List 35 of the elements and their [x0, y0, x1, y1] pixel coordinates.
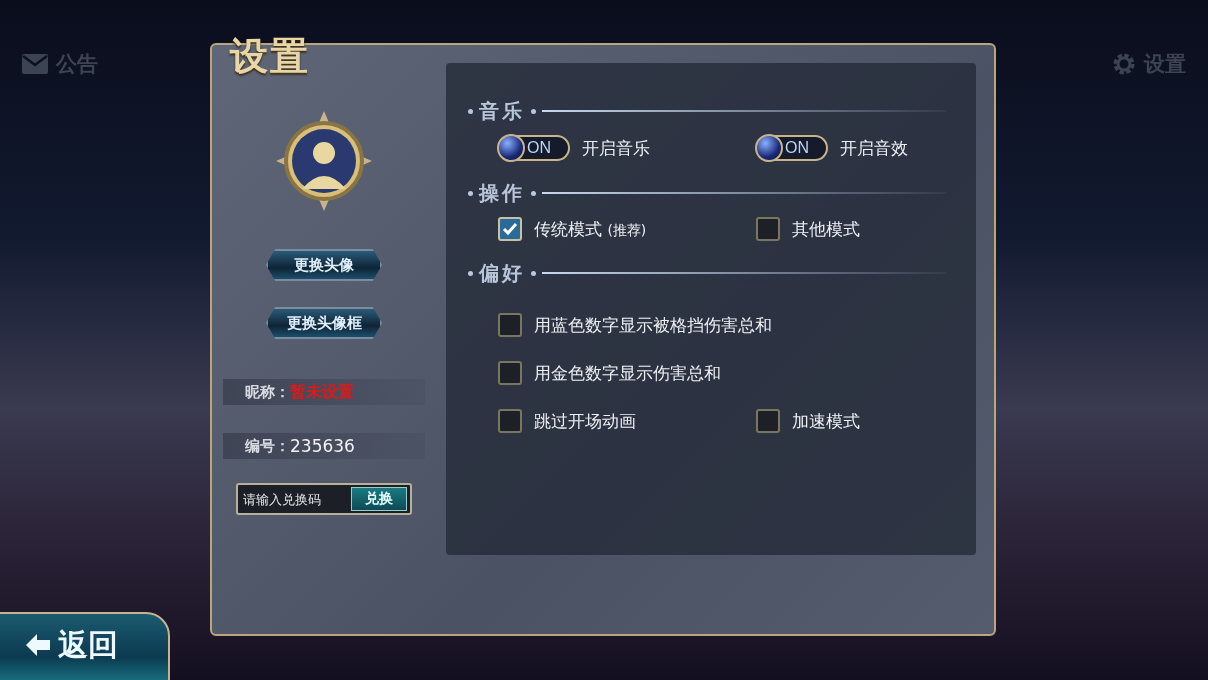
toggle-knob[interactable] — [497, 134, 525, 162]
section-title: 音乐 — [479, 97, 525, 125]
checkbox[interactable] — [498, 361, 522, 385]
toggle-switch[interactable]: ON — [756, 135, 828, 161]
checkmark-icon — [502, 222, 518, 236]
option-label: 跳过开场动画 — [534, 409, 636, 433]
id-value: 235636 — [290, 436, 355, 456]
option-label: 用金色数字显示伤害总和 — [534, 361, 721, 385]
checkbox[interactable] — [756, 217, 780, 241]
section-title: 偏好 — [479, 259, 525, 287]
nickname-value: 暂未设置 — [290, 381, 354, 403]
mail-icon[interactable] — [22, 54, 48, 74]
checkbox[interactable] — [498, 409, 522, 433]
arrow-left-icon — [26, 634, 50, 656]
option-label: 其他模式 — [792, 217, 860, 241]
option-label: 传统模式 (推荐) — [534, 217, 647, 241]
option-label: 开启音效 — [840, 136, 908, 160]
dialog-title: 设置 — [230, 32, 310, 80]
back-button[interactable]: 返回 — [0, 612, 170, 680]
id-label: 编号： — [245, 436, 290, 456]
checkbox[interactable] — [756, 409, 780, 433]
toggle-knob[interactable] — [755, 134, 783, 162]
nickname-label: 昵称： — [245, 382, 290, 402]
redeem-button[interactable]: 兑换 — [351, 487, 407, 511]
change-avatar-button[interactable]: 更换头像框 — [266, 307, 382, 339]
option-label: 加速模式 — [792, 409, 860, 433]
change-avatar-button[interactable]: 更换头像 — [266, 249, 382, 281]
toggle-switch[interactable]: ON — [498, 135, 570, 161]
settings-icon[interactable] — [1112, 52, 1136, 76]
option-label: 用蓝色数字显示被格挡伤害总和 — [534, 313, 772, 337]
section-title: 操作 — [479, 179, 525, 207]
checkbox[interactable] — [498, 217, 522, 241]
checkbox[interactable] — [498, 313, 522, 337]
option-label: 开启音乐 — [582, 136, 650, 160]
redeem-code-field[interactable]: 请输入兑换码 兑换 — [236, 483, 412, 515]
